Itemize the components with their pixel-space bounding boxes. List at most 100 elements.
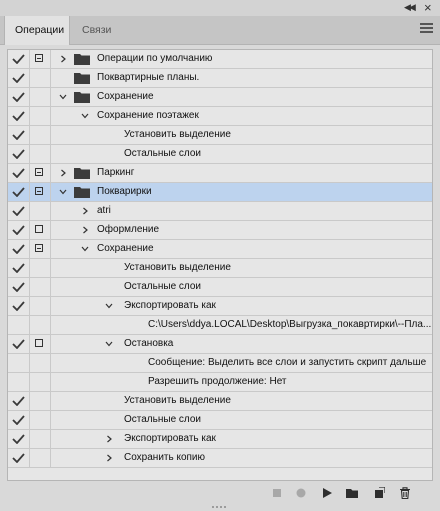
- toggle-cell[interactable]: [8, 88, 30, 106]
- action-label: Экспортировать как: [124, 300, 216, 311]
- action-row[interactable]: Сохранение: [8, 240, 432, 259]
- dialog-toggle-cell[interactable]: [29, 297, 51, 315]
- toggle-cell[interactable]: [8, 202, 30, 220]
- action-row[interactable]: Остальные слои: [8, 278, 432, 297]
- dialog-toggle-cell[interactable]: [29, 164, 51, 182]
- dialog-toggle-cell[interactable]: [29, 354, 51, 372]
- dialog-toggle-cell[interactable]: [29, 183, 51, 201]
- dialog-toggle-cell[interactable]: [29, 221, 51, 239]
- dialog-toggle-cell[interactable]: [29, 411, 51, 429]
- toggle-cell[interactable]: [8, 50, 30, 68]
- toggle-cell[interactable]: [8, 183, 30, 201]
- chevron-right-icon[interactable]: [105, 454, 113, 462]
- action-row[interactable]: Сохранение поэтажек: [8, 107, 432, 126]
- action-row[interactable]: Установить выделение: [8, 126, 432, 145]
- dialog-toggle-cell[interactable]: [29, 259, 51, 277]
- action-row[interactable]: Паркинг: [8, 164, 432, 183]
- action-label: Сохранение: [97, 91, 154, 102]
- toggle-cell[interactable]: [8, 259, 30, 277]
- play-icon[interactable]: [321, 487, 333, 499]
- dialog-icon: [35, 54, 43, 62]
- dialog-toggle-cell[interactable]: [29, 430, 51, 448]
- chevron-down-icon[interactable]: [81, 112, 89, 120]
- scrollbar[interactable]: [431, 49, 433, 481]
- dialog-toggle-cell[interactable]: [29, 69, 51, 87]
- chevron-right-icon[interactable]: [81, 226, 89, 234]
- new-action-icon[interactable]: [373, 487, 385, 499]
- chevron-right-icon[interactable]: [105, 435, 113, 443]
- dialog-toggle-cell[interactable]: [29, 145, 51, 163]
- action-row[interactable]: Установить выделение: [8, 259, 432, 278]
- action-label: Остальные слои: [124, 148, 201, 159]
- close-panel-icon[interactable]: ×: [424, 0, 432, 15]
- action-row[interactable]: Экспортировать как: [8, 430, 432, 449]
- toggle-cell[interactable]: [8, 354, 30, 372]
- dialog-toggle-cell[interactable]: [29, 449, 51, 467]
- chevron-right-icon[interactable]: [59, 55, 67, 63]
- chevron-down-icon[interactable]: [105, 302, 113, 310]
- chevron-down-icon[interactable]: [105, 340, 113, 348]
- dialog-toggle-cell[interactable]: [29, 88, 51, 106]
- tab-links[interactable]: Связи: [72, 16, 121, 44]
- action-label: Установить выделение: [124, 395, 231, 406]
- record-icon[interactable]: [295, 487, 307, 499]
- chevron-right-icon[interactable]: [59, 169, 67, 177]
- chevron-down-icon[interactable]: [59, 188, 67, 196]
- stop-icon[interactable]: [271, 487, 283, 499]
- chevron-down-icon[interactable]: [59, 93, 67, 101]
- toggle-cell[interactable]: [8, 164, 30, 182]
- action-row[interactable]: atri: [8, 202, 432, 221]
- toggle-cell[interactable]: [8, 430, 30, 448]
- toggle-cell[interactable]: [8, 69, 30, 87]
- resize-grip-icon[interactable]: [211, 505, 227, 509]
- check-icon: [12, 415, 25, 425]
- check-icon: [12, 339, 25, 349]
- action-row[interactable]: Сохранение: [8, 88, 432, 107]
- toggle-cell[interactable]: [8, 240, 30, 258]
- action-row[interactable]: Остальные слои: [8, 145, 432, 164]
- action-row[interactable]: Покварирки: [8, 183, 432, 202]
- dialog-toggle-cell[interactable]: [29, 240, 51, 258]
- toggle-cell[interactable]: [8, 316, 30, 334]
- dialog-toggle-cell[interactable]: [29, 335, 51, 353]
- dialog-toggle-cell[interactable]: [29, 316, 51, 334]
- toggle-cell[interactable]: [8, 335, 30, 353]
- dialog-toggle-cell[interactable]: [29, 50, 51, 68]
- dialog-toggle-cell[interactable]: [29, 392, 51, 410]
- toggle-cell[interactable]: [8, 107, 30, 125]
- dialog-toggle-cell[interactable]: [29, 373, 51, 391]
- action-row[interactable]: Разрешить продолжение: Нет: [8, 373, 432, 392]
- new-set-folder-icon[interactable]: [346, 487, 358, 499]
- chevron-right-icon[interactable]: [81, 207, 89, 215]
- dialog-toggle-cell[interactable]: [29, 107, 51, 125]
- action-row[interactable]: Операции по умолчанию: [8, 50, 432, 69]
- toggle-cell[interactable]: [8, 126, 30, 144]
- action-row[interactable]: Остальные слои: [8, 411, 432, 430]
- action-row[interactable]: Установить выделение: [8, 392, 432, 411]
- action-row[interactable]: Сохранить копию: [8, 449, 432, 468]
- toggle-cell[interactable]: [8, 449, 30, 467]
- action-label: Поквартирные планы.: [97, 72, 200, 83]
- panel-menu-icon[interactable]: [420, 23, 433, 35]
- collapse-panel-icon[interactable]: ◀◀: [404, 2, 416, 13]
- tab-actions[interactable]: Операции: [4, 16, 70, 45]
- toggle-cell[interactable]: [8, 392, 30, 410]
- toggle-cell[interactable]: [8, 145, 30, 163]
- action-row[interactable]: Поквартирные планы.: [8, 69, 432, 88]
- toggle-cell[interactable]: [8, 278, 30, 296]
- dialog-toggle-cell[interactable]: [29, 126, 51, 144]
- toggle-cell[interactable]: [8, 297, 30, 315]
- chevron-down-icon[interactable]: [81, 245, 89, 253]
- dialog-toggle-cell[interactable]: [29, 202, 51, 220]
- tab-bar: Операции Связи: [0, 16, 440, 45]
- action-row[interactable]: Экспортировать как: [8, 297, 432, 316]
- action-row[interactable]: Сообщение: Выделить все слои и запустить…: [8, 354, 432, 373]
- trash-icon[interactable]: [399, 487, 411, 499]
- action-row[interactable]: Оформление: [8, 221, 432, 240]
- toggle-cell[interactable]: [8, 221, 30, 239]
- action-row[interactable]: Остановка: [8, 335, 432, 354]
- toggle-cell[interactable]: [8, 411, 30, 429]
- action-row[interactable]: C:\Users\ddya.LOCAL\Desktop\Выгрузка_пок…: [8, 316, 432, 335]
- dialog-toggle-cell[interactable]: [29, 278, 51, 296]
- toggle-cell[interactable]: [8, 373, 30, 391]
